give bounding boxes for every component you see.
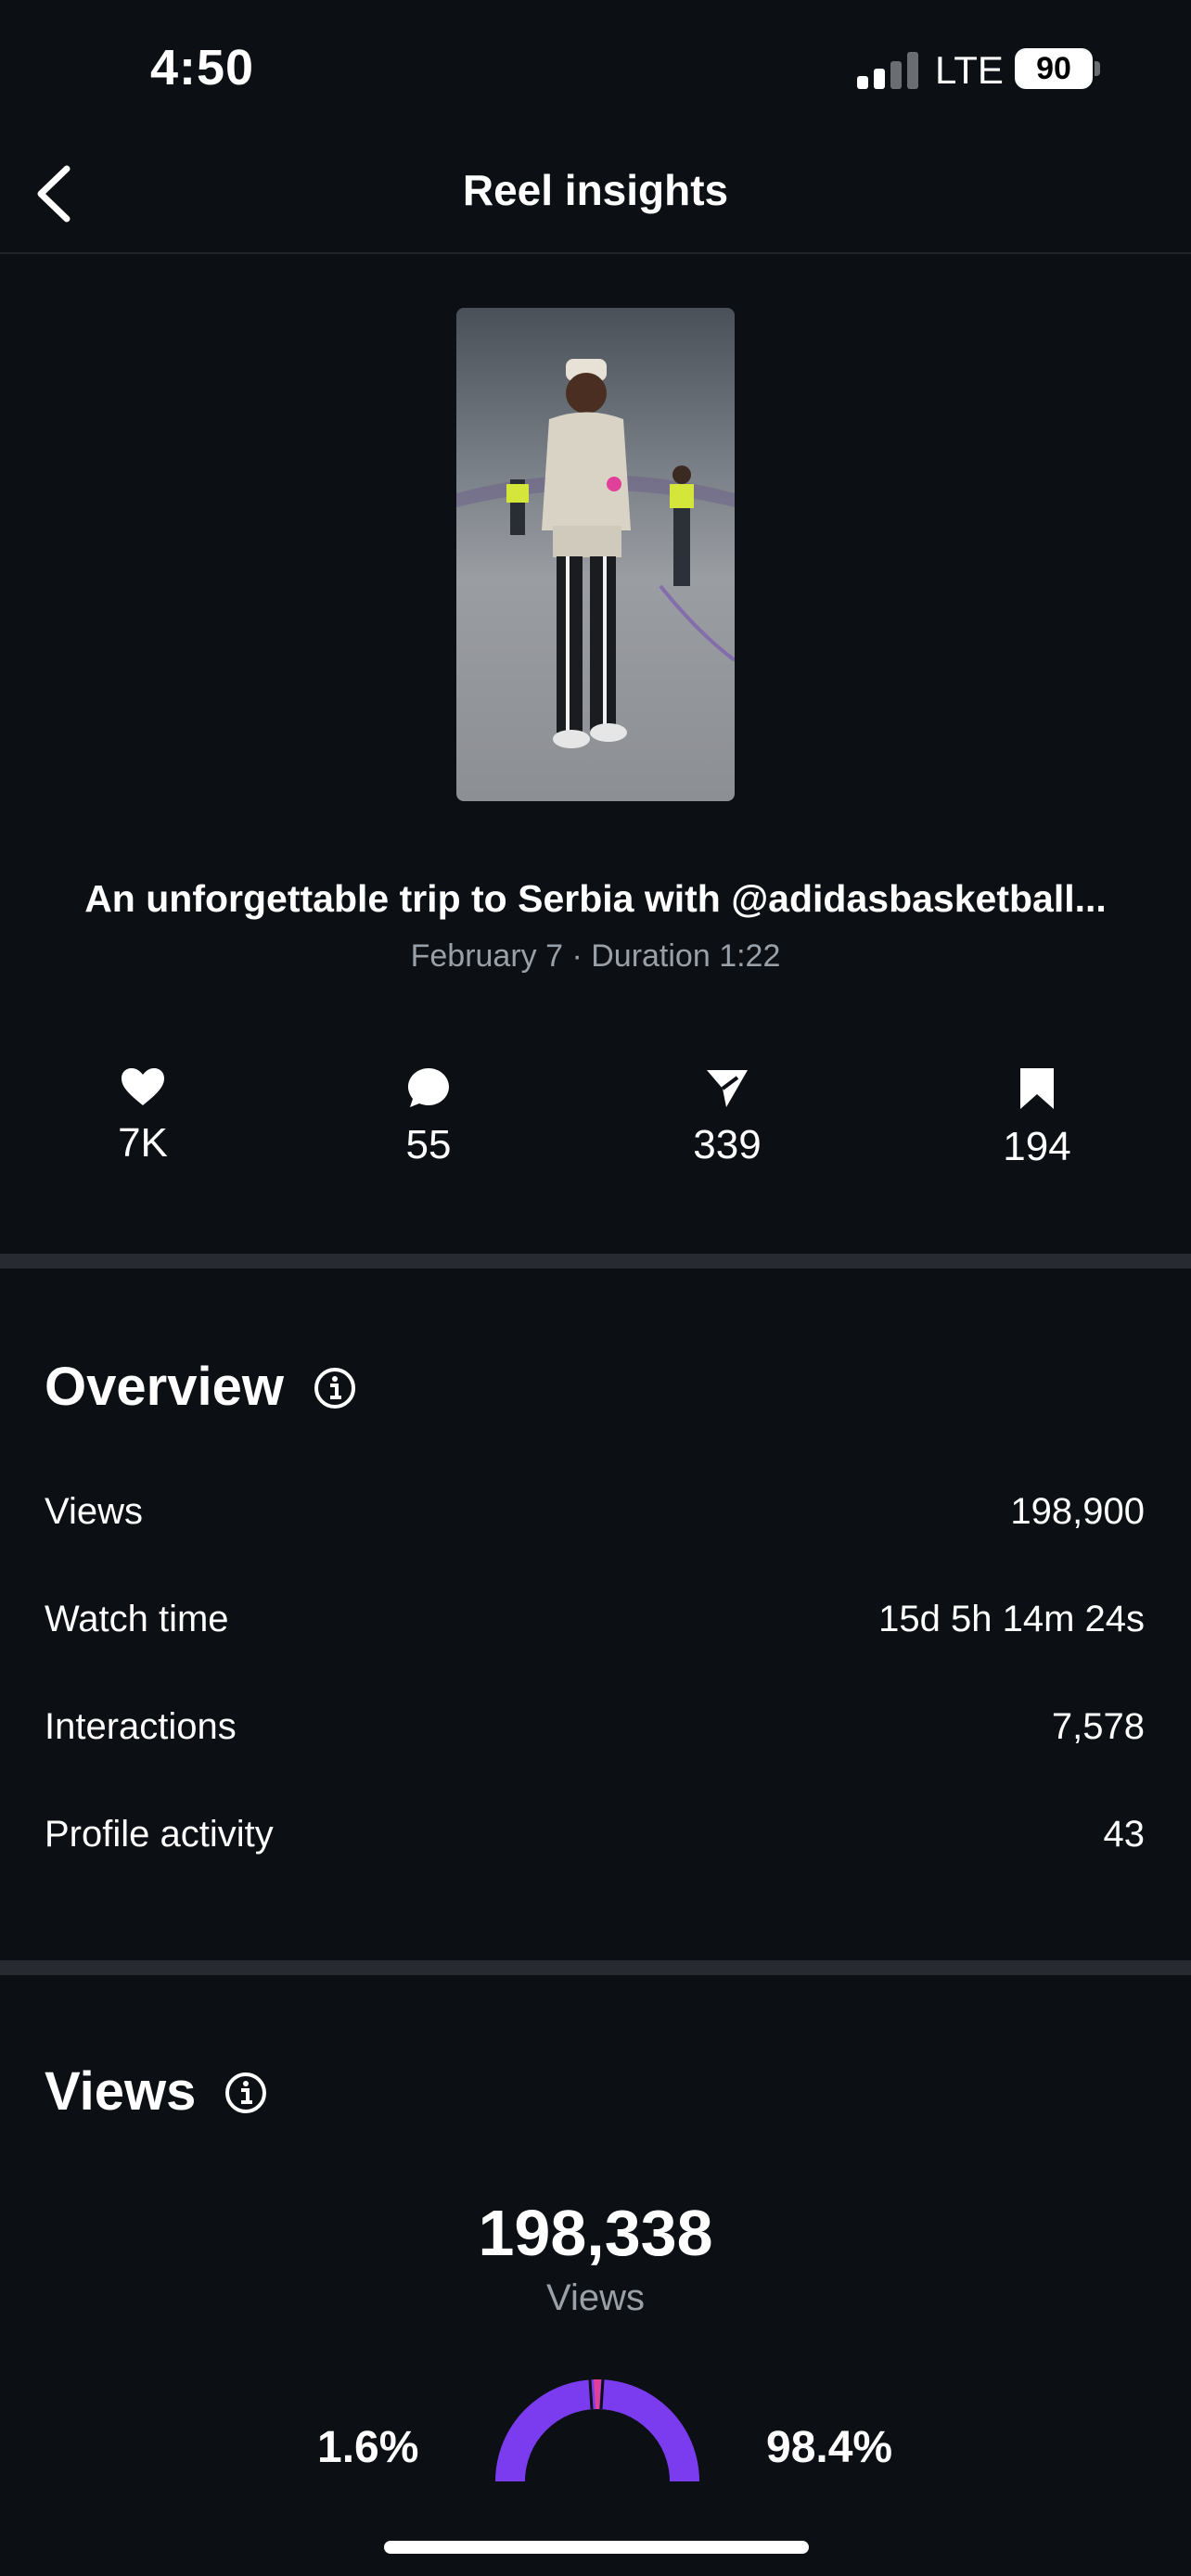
saves-stat: 194: [944, 1066, 1130, 1170]
status-time: 4:50: [150, 40, 255, 96]
section-divider: [0, 1254, 1191, 1269]
overview-row-label: Watch time: [45, 1599, 229, 1639]
info-icon: [314, 1368, 355, 1409]
overview-info-button[interactable]: [314, 1367, 356, 1414]
overview-row-value: 15d 5h 14m 24s: [878, 1599, 1145, 1639]
shares-stat: 339: [634, 1066, 820, 1168]
comment-icon: [408, 1068, 449, 1107]
followers-percent: 1.6%: [317, 2423, 419, 2472]
reel-meta: February 7 · Duration 1:22: [410, 938, 781, 974]
section-divider: [0, 1960, 1191, 1975]
views-title: Views: [45, 2061, 197, 2122]
overview-row-value: 43: [1103, 1814, 1146, 1855]
shares-count: 339: [693, 1122, 762, 1167]
non-followers-percent: 98.4%: [766, 2423, 893, 2472]
reel-caption: An unforgettable trip to Serbia with @ad…: [84, 877, 1107, 920]
overview-row-value: 198,900: [1010, 1491, 1145, 1532]
overview-row-label: Profile activity: [45, 1814, 274, 1855]
overview-row-value: 7,578: [1051, 1706, 1145, 1747]
likes-stat: 7K: [50, 1066, 236, 1167]
header-divider: [0, 252, 1191, 254]
comments-count: 55: [405, 1122, 452, 1167]
network-type: LTE: [935, 48, 1004, 92]
info-icon: [225, 2072, 266, 2113]
overview-row-label: Views: [45, 1491, 143, 1532]
overview-title: Overview: [45, 1357, 284, 1417]
reel-thumbnail[interactable]: [456, 308, 735, 801]
bookmark-icon: [1020, 1068, 1054, 1109]
views-total-label: Views: [546, 2277, 645, 2318]
views-donut-chart: [495, 2378, 699, 2481]
views-info-button[interactable]: [224, 2072, 267, 2119]
share-icon: [707, 1070, 748, 1107]
heart-icon: [122, 1068, 164, 1105]
overview-row-label: Interactions: [45, 1706, 237, 1747]
likes-count: 7K: [118, 1120, 168, 1166]
battery-tip: [1095, 61, 1100, 76]
views-total: 198,338: [478, 2197, 713, 2269]
page-title: Reel insights: [462, 166, 729, 214]
battery-icon: 90: [1015, 48, 1093, 89]
home-indicator: [384, 2541, 809, 2554]
cellular-signal-icon: [857, 52, 922, 89]
comments-stat: 55: [336, 1066, 521, 1168]
saves-count: 194: [1003, 1124, 1071, 1169]
